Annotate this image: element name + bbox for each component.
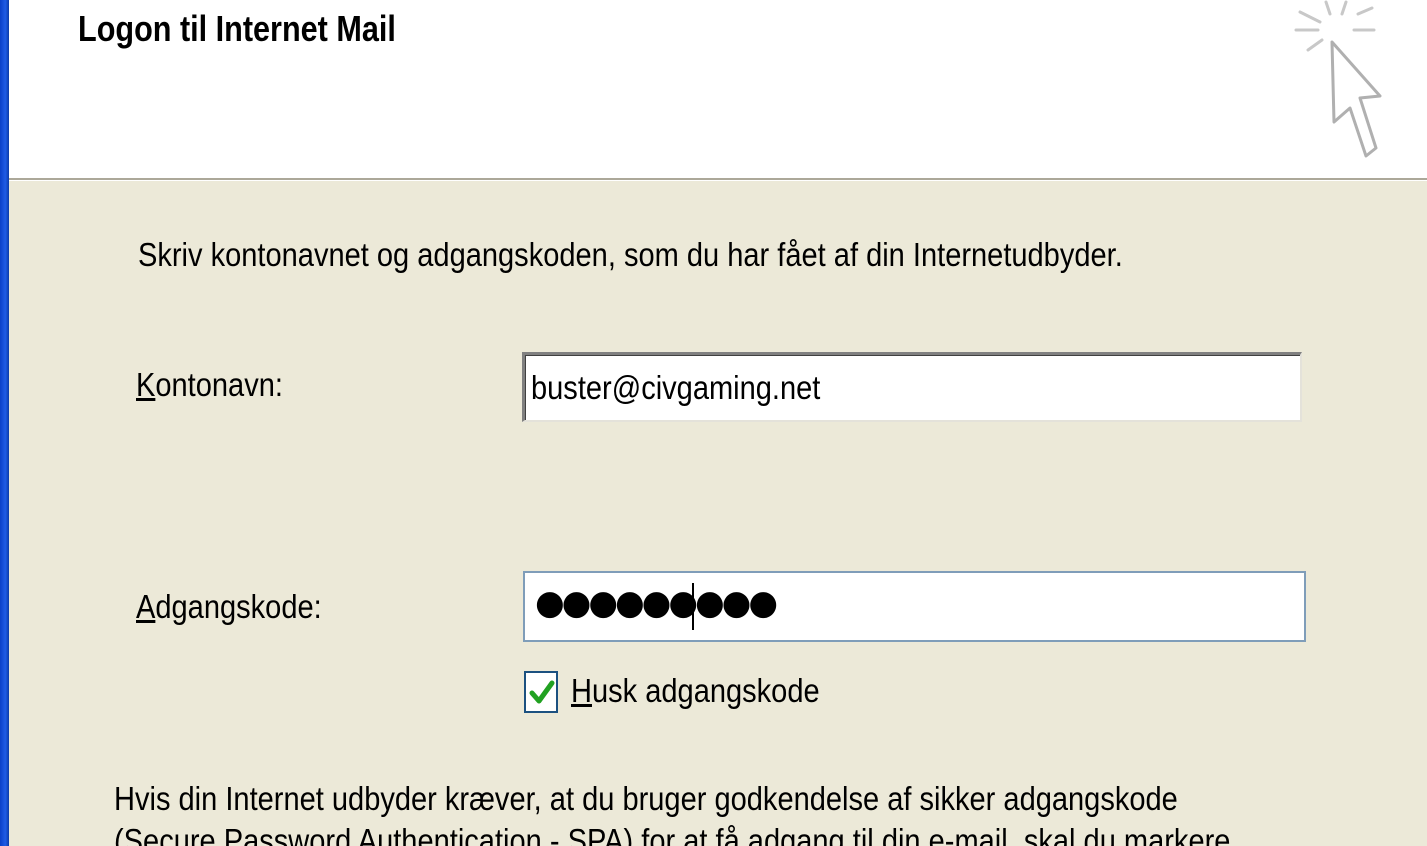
account-name-value: buster@civgaming.net: [531, 369, 821, 406]
password-mask: ●●●●●●●●●: [535, 583, 778, 623]
window-border: [0, 0, 9, 846]
account-name-input[interactable]: buster@civgaming.net: [522, 352, 1302, 422]
password-label-text: dgangskode:: [155, 588, 322, 625]
remember-label-text: usk adgangskode: [591, 672, 820, 709]
account-label-text: ontonavn:: [155, 366, 283, 403]
dialog-body: [9, 181, 1427, 846]
remember-password-checkbox[interactable]: [524, 671, 558, 713]
wizard-sparkle-cursor-icon: [1294, 0, 1382, 158]
remember-label-accelerator: H: [571, 672, 592, 709]
account-label-accelerator: K: [136, 366, 156, 403]
password-input[interactable]: ●●●●●●●●●: [523, 571, 1306, 642]
dialog-title: Logon til Internet Mail: [78, 8, 396, 49]
spa-info-text-line2: (Secure Password Authentication - SPA) f…: [114, 822, 1231, 846]
password-label: Adgangskode:: [136, 588, 322, 626]
text-caret: [692, 583, 694, 630]
password-label-accelerator: A: [136, 588, 156, 625]
remember-password-label[interactable]: Husk adgangskode: [571, 672, 820, 710]
account-name-label: Kontonavn:: [136, 366, 283, 404]
logon-dialog: Logon til Internet Mail Skriv kontonavne…: [0, 0, 1427, 846]
intro-text: Skriv kontonavnet og adgangskoden, som d…: [138, 236, 1123, 273]
spa-info-text-line1: Hvis din Internet udbyder kræver, at du …: [114, 780, 1178, 817]
checkmark-icon: [529, 680, 555, 704]
